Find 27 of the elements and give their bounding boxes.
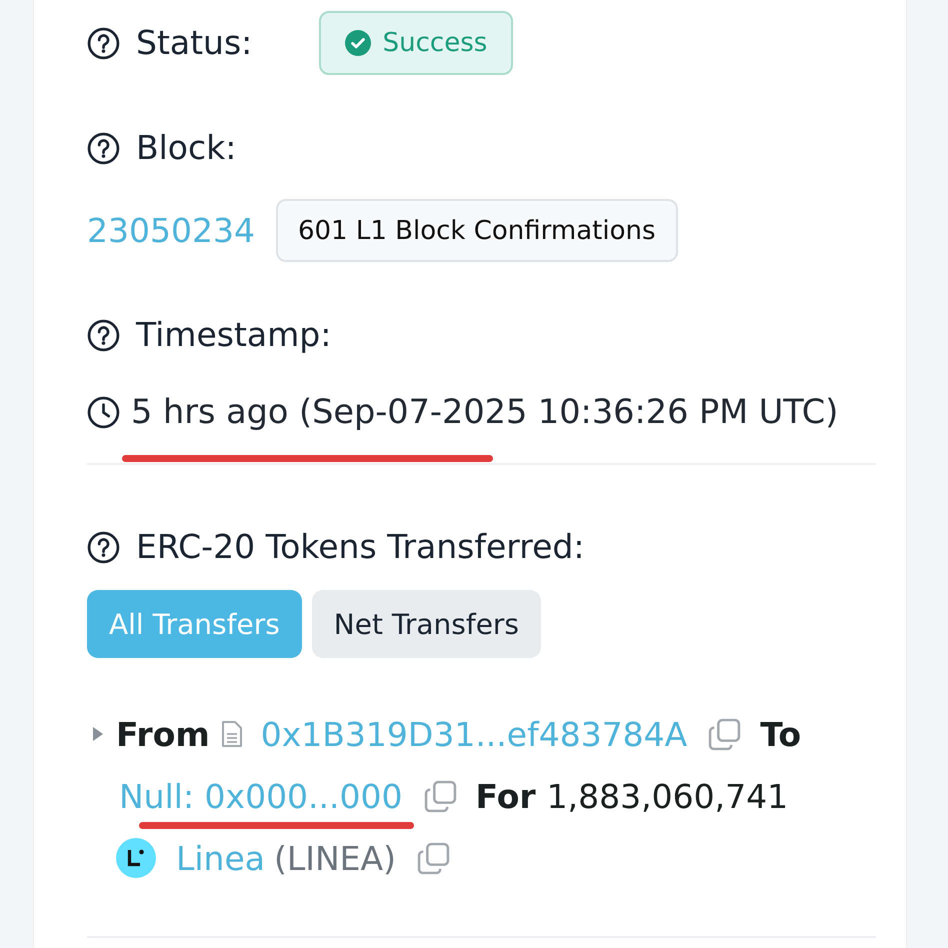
block-number-link[interactable]: 23050234 [87,211,255,250]
help-icon[interactable] [87,132,120,164]
help-icon[interactable] [87,530,120,564]
block-label: Block: [136,128,236,168]
from-address-link[interactable]: 0x1B319D31...ef483784A [260,714,688,754]
confirmations-badge: 601 L1 Block Confirmations [276,199,678,262]
check-circle-icon [344,30,371,56]
caret-icon[interactable] [92,726,104,742]
to-address-link[interactable]: Null: 0x000...000 [119,776,403,816]
tokens-transferred-label: ERC-20 Tokens Transferred: [136,527,584,567]
timestamp-value: 5 hrs ago (Sep-07-2025 10:36:26 PM UTC) [131,392,838,432]
for-label: For [476,776,536,816]
to-label: To [760,714,802,754]
token-name-link[interactable]: Linea [176,838,265,878]
timestamp-label: Timestamp: [136,315,332,355]
token-logo-icon [116,838,156,878]
from-label: From [116,714,210,754]
status-badge: Success [319,11,513,75]
document-icon [220,720,243,748]
token-amount: 1,883,060,741 [546,776,788,816]
help-icon[interactable] [87,318,120,352]
clock-icon [87,396,120,428]
status-label: Status: [136,23,252,63]
token-symbol: (LINEA) [274,838,396,878]
help-icon[interactable] [87,26,120,60]
transfers-tab[interactable]: Net Transfers [312,590,542,658]
transfers-tab[interactable]: All Transfers [87,590,302,658]
